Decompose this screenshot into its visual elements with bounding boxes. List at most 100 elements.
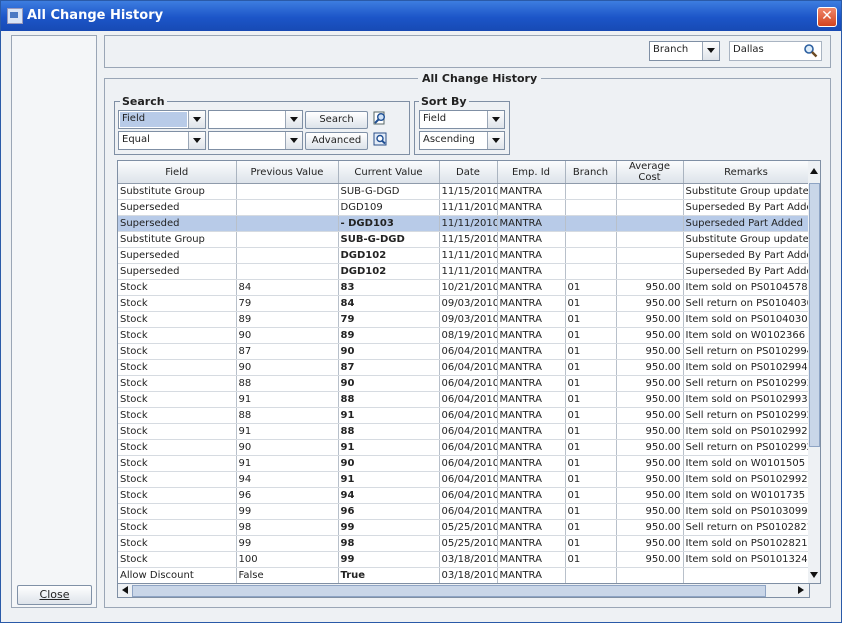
sort-order-combo[interactable]: Ascending <box>419 131 505 150</box>
cell-previous-value <box>236 263 339 280</box>
search-icon[interactable] <box>803 43 818 58</box>
cell-average-cost: 950.00 <box>616 391 684 408</box>
table-row[interactable]: Stock 88 90 06/04/2010 MANTRA 01 950.00 Sell re… <box>118 375 809 392</box>
header-current-value[interactable]: Current Value <box>338 161 440 184</box>
cell-emp-id: MANTRA <box>497 295 566 312</box>
cell-date: 09/03/2010 <box>439 311 498 328</box>
table-row[interactable]: Stock 88 91 06/04/2010 MANTRA 01 950.00 Sell re… <box>118 407 809 424</box>
table-row[interactable]: Stock 96 94 06/04/2010 MANTRA 01 950.00 Item so… <box>118 487 809 504</box>
table-row[interactable]: Stock 99 98 05/25/2010 MANTRA 01 950.00 Item so… <box>118 535 809 552</box>
horizontal-scrollbar[interactable] <box>117 583 810 598</box>
table-row[interactable]: Superseded - DGD103 11/11/2010 MANTRA Supers… <box>118 215 809 232</box>
cell-current-value: 98 <box>338 535 440 552</box>
table-row[interactable]: Stock 91 90 06/04/2010 MANTRA 01 950.00 Item so… <box>118 455 809 472</box>
header-previous-value[interactable]: Previous Value <box>236 161 339 184</box>
table-row[interactable]: Stock 87 90 06/04/2010 MANTRA 01 950.00 Sell re… <box>118 343 809 360</box>
cell-branch: 01 <box>565 311 617 328</box>
table-header-row: Field Previous Value Current Value Date … <box>118 161 809 184</box>
chevron-down-icon[interactable] <box>487 132 504 149</box>
cell-date: 06/04/2010 <box>439 359 498 376</box>
cell-remarks: Superseded By Part Added <box>683 247 809 264</box>
cell-date: 06/04/2010 <box>439 503 498 520</box>
cell-average-cost: 950.00 <box>616 503 684 520</box>
advanced-search-button[interactable]: Advanced <box>305 132 368 150</box>
sort-field-combo[interactable]: Field <box>419 110 505 129</box>
cell-remarks: Item sold on PS0103099 <box>683 503 809 520</box>
branch-value-field[interactable]: Dallas <box>729 41 822 61</box>
search-value-combo[interactable] <box>208 110 303 129</box>
table-row[interactable]: Stock 100 99 03/18/2010 MANTRA 01 950.00 Item s… <box>118 551 809 568</box>
cell-current-value: DGD102 <box>338 247 440 264</box>
vertical-scrollbar[interactable] <box>808 160 821 584</box>
cell-previous-value: 91 <box>236 391 339 408</box>
cell-average-cost: 950.00 <box>616 455 684 472</box>
cell-current-value: - DGD103 <box>338 215 440 232</box>
table-row[interactable]: Stock 84 83 10/21/2010 MANTRA 01 950.00 Item so… <box>118 279 809 296</box>
close-button-label: Close <box>39 588 70 601</box>
find-icon[interactable] <box>373 111 388 126</box>
header-field[interactable]: Field <box>118 161 237 184</box>
chevron-down-icon[interactable] <box>188 132 205 149</box>
cell-emp-id: MANTRA <box>497 311 566 328</box>
scroll-up-icon[interactable] <box>810 168 818 174</box>
chevron-down-icon[interactable] <box>702 42 719 60</box>
search-operator-combo[interactable]: Equal <box>118 131 206 150</box>
cell-current-value: 88 <box>338 423 440 440</box>
table-row[interactable]: Superseded DGD109 11/11/2010 MANTRA Supersed… <box>118 199 809 216</box>
cell-date: 05/25/2010 <box>439 535 498 552</box>
table-row[interactable]: Stock 94 91 06/04/2010 MANTRA 01 950.00 Item so… <box>118 471 809 488</box>
search-operand-combo[interactable] <box>208 131 303 150</box>
cell-current-value: 91 <box>338 471 440 488</box>
search-field-combo[interactable]: Field <box>118 110 206 129</box>
table-row[interactable]: Stock 90 91 06/04/2010 MANTRA 01 950.00 Sell re… <box>118 439 809 456</box>
table-row[interactable]: Allow Discount False True 03/18/2010 MANTRA <box>118 567 809 583</box>
advanced-search-icon[interactable] <box>373 132 388 147</box>
table-row[interactable]: Stock 91 88 06/04/2010 MANTRA 01 950.00 Item so… <box>118 391 809 408</box>
cell-average-cost <box>616 199 684 216</box>
horizontal-scroll-thumb[interactable] <box>132 585 766 597</box>
cell-average-cost: 950.00 <box>616 407 684 424</box>
cell-previous-value: 88 <box>236 407 339 424</box>
cell-average-cost <box>616 183 684 200</box>
header-average-cost[interactable]: Average Cost <box>616 161 684 184</box>
cell-average-cost: 950.00 <box>616 471 684 488</box>
table-row[interactable]: Stock 90 89 08/19/2010 MANTRA 01 950.00 Item so… <box>118 327 809 344</box>
scroll-right-icon[interactable] <box>798 586 804 594</box>
cell-date: 06/04/2010 <box>439 487 498 504</box>
chevron-down-icon[interactable] <box>487 111 504 128</box>
branch-type-combo[interactable]: Branch <box>649 41 720 61</box>
table-row[interactable]: Stock 90 87 06/04/2010 MANTRA 01 950.00 Item so… <box>118 359 809 376</box>
cell-field: Stock <box>118 551 237 568</box>
cell-average-cost: 950.00 <box>616 295 684 312</box>
window-close-icon[interactable]: ✕ <box>817 7 837 27</box>
table-row[interactable]: Stock 79 84 09/03/2010 MANTRA 01 950.00 Sell re… <box>118 295 809 312</box>
table-row[interactable]: Superseded DGD102 11/11/2010 MANTRA Supersed… <box>118 247 809 264</box>
close-button[interactable]: Close <box>17 585 92 605</box>
cell-date: 03/18/2010 <box>439 551 498 568</box>
cell-date: 06/04/2010 <box>439 439 498 456</box>
scroll-down-icon[interactable] <box>810 572 818 578</box>
header-remarks[interactable]: Remarks <box>683 161 809 184</box>
header-emp-id[interactable]: Emp. Id <box>497 161 566 184</box>
table-row[interactable]: Superseded DGD102 11/11/2010 MANTRA Supersed… <box>118 263 809 280</box>
header-date[interactable]: Date <box>439 161 498 184</box>
chevron-down-icon[interactable] <box>285 111 302 128</box>
cell-emp-id: MANTRA <box>497 455 566 472</box>
scroll-left-icon[interactable] <box>122 586 128 594</box>
cell-previous-value: 94 <box>236 471 339 488</box>
cell-previous-value: 90 <box>236 439 339 456</box>
table-row[interactable]: Substitute Group SUB-G-DGD 11/15/2010 MANTR… <box>118 231 809 248</box>
vertical-scroll-thumb[interactable] <box>809 183 820 447</box>
title-bar: All Change History ✕ <box>1 1 841 31</box>
table-row[interactable]: Stock 98 99 05/25/2010 MANTRA 01 950.00 Sell re… <box>118 519 809 536</box>
chevron-down-icon[interactable] <box>188 111 205 128</box>
search-button[interactable]: Search <box>305 111 368 129</box>
table-row[interactable]: Stock 91 88 06/04/2010 MANTRA 01 950.00 Item so… <box>118 423 809 440</box>
chevron-down-icon[interactable] <box>285 132 302 149</box>
cell-remarks: Superseded Part Added <box>683 215 809 232</box>
header-branch[interactable]: Branch <box>565 161 617 184</box>
table-row[interactable]: Substitute Group SUB-G-DGD 11/15/2010 MANTR… <box>118 183 809 200</box>
cell-remarks: Item sold on PS0102993 <box>683 391 809 408</box>
table-row[interactable]: Stock 89 79 09/03/2010 MANTRA 01 950.00 Item so… <box>118 311 809 328</box>
table-row[interactable]: Stock 99 96 06/04/2010 MANTRA 01 950.00 Item so… <box>118 503 809 520</box>
